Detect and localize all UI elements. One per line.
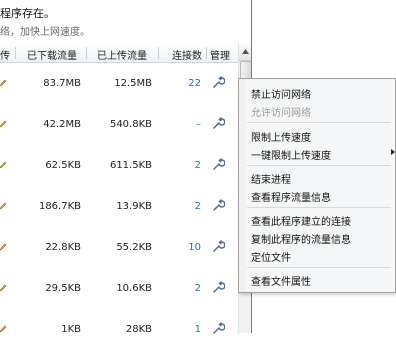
connections-cell[interactable]: 2	[170, 268, 201, 309]
menu-item-quick-limit-upload[interactable]: 一键限制上传速度	[251, 147, 395, 162]
chevron-up-icon	[242, 49, 249, 54]
pen-icon[interactable]	[0, 325, 7, 333]
pen-icon[interactable]	[0, 284, 7, 292]
header-downloaded[interactable]: 已下载流量	[27, 47, 77, 62]
menu-item-copy-traffic-info[interactable]: 复制此程序的流量信息	[251, 231, 351, 246]
table-row[interactable]: 1KB 28KB 1	[0, 309, 238, 350]
traffic-table: 传 已下载流量 已上传流量 连接数 管理 83.7MB 12.5MB 22 42…	[0, 44, 251, 335]
menu-item-limit-upload[interactable]: 限制上传速度	[251, 129, 311, 144]
menu-item-end-process[interactable]: 结束进程	[251, 171, 291, 186]
uploaded-cell: 28KB	[125, 324, 152, 335]
wrench-icon[interactable]	[211, 157, 225, 171]
downloaded-cell: 1KB	[61, 324, 81, 335]
wrench-icon[interactable]	[211, 116, 225, 130]
chevron-right-icon	[391, 149, 395, 155]
menu-gutter	[239, 79, 246, 292]
wrench-icon[interactable]	[211, 75, 225, 89]
header-connections[interactable]: 连接数	[172, 47, 202, 62]
pen-icon[interactable]	[0, 202, 7, 210]
pen-icon[interactable]	[0, 161, 7, 169]
notice-subtitle: 络，加快上网速度。	[0, 27, 90, 38]
wrench-icon[interactable]	[211, 280, 225, 294]
notice-title: 程序存在。	[0, 7, 55, 20]
downloaded-cell: 83.7MB	[43, 78, 81, 89]
uploaded-cell: 13.9KB	[116, 201, 152, 212]
wrench-icon[interactable]	[211, 198, 225, 212]
connections-cell[interactable]: 2	[170, 145, 201, 186]
wrench-icon[interactable]	[211, 239, 225, 253]
notice-area: 程序存在。 络，加快上网速度。	[0, 0, 250, 44]
menu-separator	[247, 267, 391, 268]
table-row[interactable]: 42.2MB 540.8KB –	[0, 104, 238, 145]
context-menu: 禁止访问网络 允许访问网络 限制上传速度 一键限制上传速度 结束进程 查看程序流…	[238, 78, 396, 293]
table-row[interactable]: 83.7MB 12.5MB 22	[0, 63, 238, 104]
header-divider	[15, 47, 16, 59]
connections-cell[interactable]: 10	[170, 227, 201, 268]
table-row[interactable]: 29.5KB 10.6KB 2	[0, 268, 238, 309]
table-row[interactable]: 186.7KB 13.9KB 2	[0, 186, 238, 227]
menu-separator	[247, 165, 391, 166]
header-manage[interactable]: 管理	[210, 47, 230, 62]
header-upload-rate[interactable]: 传	[0, 47, 10, 62]
header-divider	[206, 47, 207, 59]
downloaded-cell: 186.7KB	[38, 201, 81, 212]
pen-icon[interactable]	[0, 79, 7, 87]
table-row[interactable]: 22.8KB 55.2KB 10	[0, 227, 238, 268]
connections-cell[interactable]: 22	[170, 63, 201, 104]
menu-item-allow-network: 允许访问网络	[251, 108, 311, 119]
connections-cell[interactable]: 1	[170, 309, 201, 350]
menu-item-label: 一键限制上传速度	[251, 151, 331, 162]
table-row[interactable]: 62.5KB 611.5KB 2	[0, 145, 238, 186]
app-window: 程序存在。 络，加快上网速度。 传 已下载流量 已上传流量 连接数 管理 83.…	[0, 0, 396, 335]
downloaded-cell: 29.5KB	[45, 283, 81, 294]
pen-icon[interactable]	[0, 120, 7, 128]
header-uploaded[interactable]: 已上传流量	[97, 47, 147, 62]
downloaded-cell: 22.8KB	[45, 242, 81, 253]
uploaded-cell: 10.6KB	[116, 283, 152, 294]
menu-item-view-connections[interactable]: 查看此程序建立的连接	[251, 213, 351, 228]
pen-icon[interactable]	[0, 243, 7, 251]
connections-cell[interactable]: –	[170, 104, 201, 145]
menu-separator	[247, 207, 391, 208]
table-header: 传 已下载流量 已上传流量 连接数 管理	[0, 44, 238, 63]
uploaded-cell: 55.2KB	[116, 242, 152, 253]
downloaded-cell: 42.2MB	[43, 119, 81, 130]
uploaded-cell: 611.5KB	[109, 160, 152, 171]
table-body: 83.7MB 12.5MB 22 42.2MB 540.8KB – 62.5KB…	[0, 63, 238, 335]
uploaded-cell: 540.8KB	[109, 119, 152, 130]
menu-item-view-traffic-info[interactable]: 查看程序流量信息	[251, 189, 331, 204]
downloaded-cell: 62.5KB	[45, 160, 81, 171]
connections-cell[interactable]: 2	[170, 186, 201, 227]
header-divider	[158, 47, 159, 59]
uploaded-cell: 12.5MB	[114, 78, 152, 89]
menu-separator	[247, 122, 391, 123]
header-divider	[86, 47, 87, 59]
menu-item-file-properties[interactable]: 查看文件属性	[251, 273, 311, 288]
menu-item-block-network[interactable]: 禁止访问网络	[251, 86, 311, 101]
menu-item-locate-file[interactable]: 定位文件	[251, 249, 291, 264]
